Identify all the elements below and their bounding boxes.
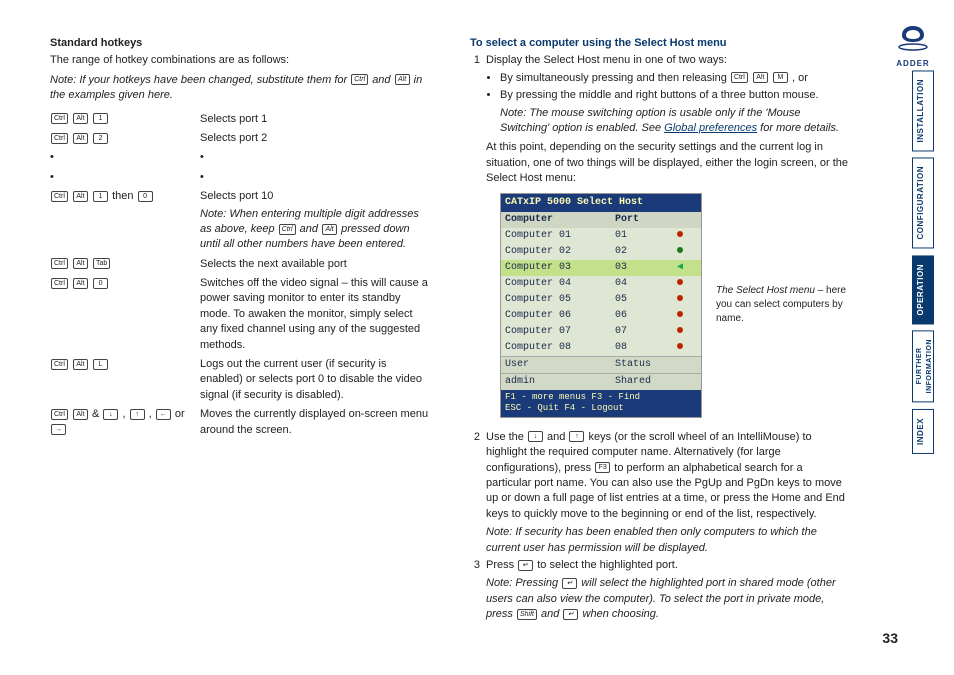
list-item[interactable]: Computer 0202 (501, 244, 701, 260)
table-row: Ctrl Alt L Logs out the current user (if… (50, 357, 430, 403)
tab-configuration[interactable]: CONFIGURATION (912, 157, 934, 248)
table-row: •• (50, 150, 430, 165)
tab-index[interactable]: INDEX (912, 409, 934, 454)
table-row: Ctrl Alt & ↓ , ↑ , ← or → Moves the curr… (50, 407, 430, 438)
table-row: Ctrl Alt 0 Switches off the video signal… (50, 276, 430, 353)
digit-note: Note: When entering multiple digit addre… (200, 207, 430, 253)
step-2: 2 Use the ↓ and ↑ keys (or the scroll wh… (470, 430, 850, 556)
list-item[interactable]: Computer 0505 (501, 292, 701, 308)
list-item[interactable]: Computer 0606 (501, 308, 701, 324)
right-column: To select a computer using the Select Ho… (470, 36, 850, 625)
mouse-note: Note: The mouse switching option is usab… (500, 106, 850, 137)
hotkey-table: Ctrl Alt 1 Selects port 1 Ctrl Alt 2 Sel… (50, 108, 430, 442)
left-column: Standard hotkeys The range of hotkey com… (50, 36, 430, 625)
menu-caption: The Select Host menu – here you can sele… (716, 284, 850, 326)
enter-key-icon: ↵ (518, 560, 533, 571)
list-item[interactable]: Computer 0707 (501, 324, 701, 340)
brand-logo: ADDER (892, 24, 934, 70)
step-3: 3 Press ↵ to select the highlighted port… (470, 558, 850, 623)
global-prefs-link[interactable]: Global preferences (664, 122, 757, 134)
left-intro-note: Note: If your hotkeys have been changed,… (50, 73, 430, 104)
list-item[interactable]: Computer 0303◀ (501, 260, 701, 276)
table-row: Ctrl Alt 1 Selects port 1 (50, 112, 430, 127)
page-content: Standard hotkeys The range of hotkey com… (50, 36, 850, 625)
side-nav: INSTALLATION CONFIGURATION OPERATION FUR… (912, 70, 934, 454)
select-host-menu: CATxIP 5000 Select Host Computer Port Co… (500, 193, 702, 418)
key-ctrl: Ctrl (351, 74, 368, 85)
left-intro: The range of hotkey combinations are as … (50, 53, 430, 68)
table-row: Ctrl Alt 2 Selects port 2 (50, 131, 430, 146)
tab-further-info[interactable]: FURTHER INFORMATION (912, 330, 934, 402)
right-title: To select a computer using the Select Ho… (470, 36, 850, 51)
snake-icon (896, 24, 930, 52)
tab-installation[interactable]: INSTALLATION (912, 70, 934, 151)
table-row: Ctrl Alt 1 then 0 Selects port 10 Note: … (50, 189, 430, 253)
list-item[interactable]: Computer 0404 (501, 276, 701, 292)
left-title: Standard hotkeys (50, 36, 430, 51)
table-row: •• (50, 170, 430, 185)
list-item[interactable]: Computer 0808 (501, 340, 701, 356)
list-item[interactable]: Computer 0101 (501, 228, 701, 244)
table-row: Ctrl Alt Tab Selects the next available … (50, 257, 430, 272)
tab-operation[interactable]: OPERATION (912, 255, 934, 324)
page-number: 33 (882, 629, 898, 649)
key-alt: Alt (395, 74, 410, 85)
step-1: 1 Display the Select Host menu in one of… (470, 53, 850, 428)
